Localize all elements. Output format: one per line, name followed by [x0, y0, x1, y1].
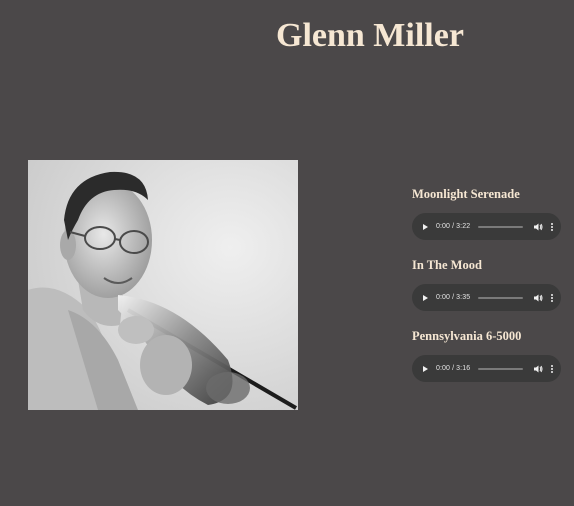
seek-bar[interactable]	[478, 296, 523, 299]
time-display: 0:00 / 3:35	[436, 294, 471, 301]
artist-photo	[28, 160, 298, 410]
volume-icon[interactable]	[533, 293, 543, 303]
more-options-icon[interactable]	[550, 222, 554, 232]
seek-bar[interactable]	[478, 367, 523, 370]
track-moonlight-serenade: Moonlight Serenade 0:00 / 3:22	[412, 186, 562, 240]
play-icon[interactable]	[421, 222, 429, 231]
volume-icon[interactable]	[533, 364, 543, 374]
track-title: Moonlight Serenade	[412, 187, 520, 201]
track-in-the-mood: In The Mood 0:00 / 3:35	[412, 257, 562, 311]
time-display: 0:00 / 3:22	[436, 223, 471, 230]
more-options-icon[interactable]	[550, 364, 554, 374]
track-title: In The Mood	[412, 258, 482, 272]
track-title: Pennsylvania 6-5000	[412, 329, 522, 343]
play-icon[interactable]	[421, 293, 429, 302]
audio-player[interactable]: 0:00 / 3:16	[412, 355, 561, 382]
audio-player[interactable]: 0:00 / 3:35	[412, 284, 561, 311]
audio-player[interactable]: 0:00 / 3:22	[412, 213, 561, 240]
time-display: 0:00 / 3:16	[436, 365, 471, 372]
more-options-icon[interactable]	[550, 293, 554, 303]
seek-bar[interactable]	[478, 225, 523, 228]
page-title: Glenn Miller	[276, 17, 464, 54]
play-icon[interactable]	[421, 364, 429, 373]
track-pennsylvania-6-5000: Pennsylvania 6-5000 0:00 / 3:16	[412, 328, 562, 382]
volume-icon[interactable]	[533, 222, 543, 232]
